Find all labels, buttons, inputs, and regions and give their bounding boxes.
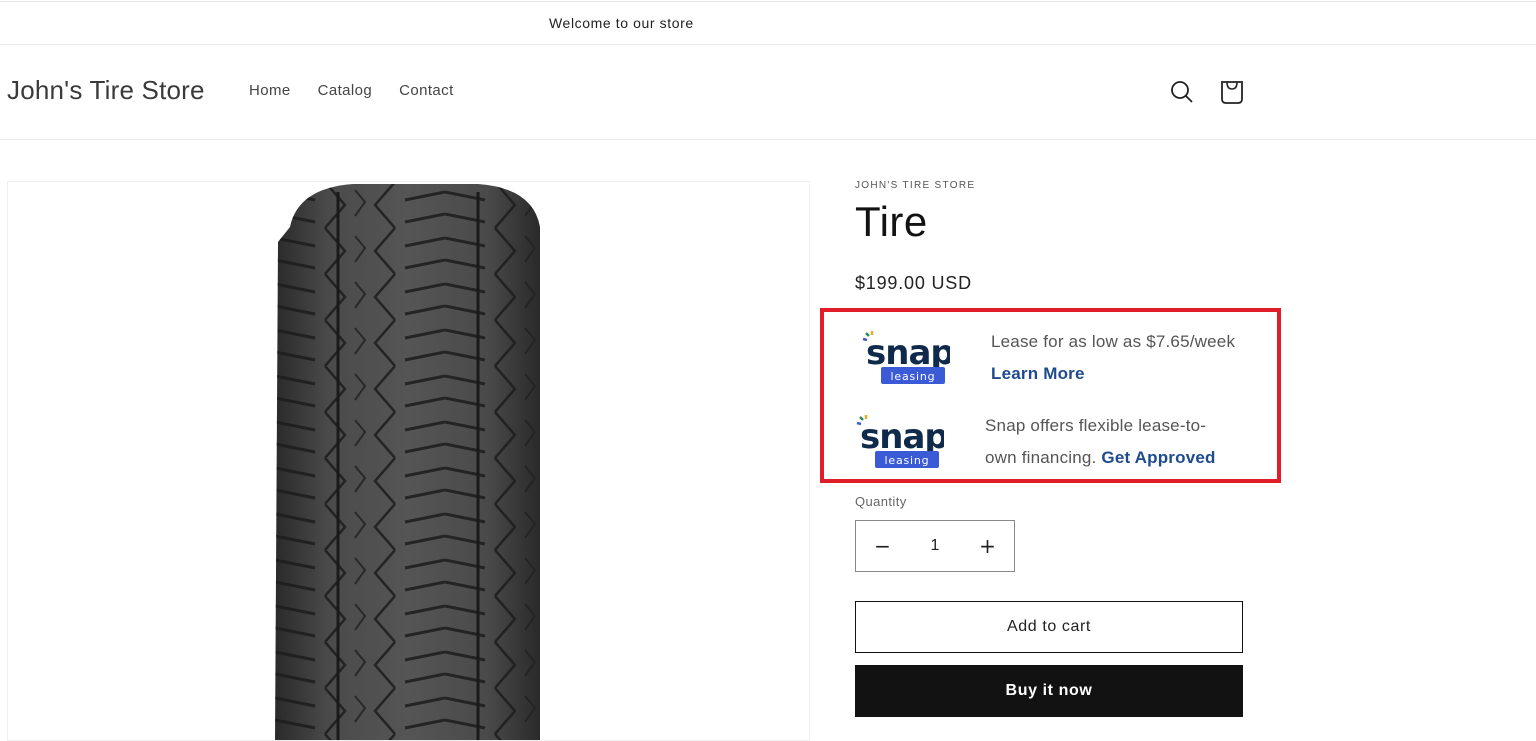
svg-text:leasing: leasing [891,370,936,383]
snap-leasing-logo: snap leasing [860,328,955,393]
get-approved-link[interactable]: Get Approved [1101,448,1215,467]
product-vendor: JOHN'S TIRE STORE [855,180,976,191]
snap-offer-2: Snap offers flexible lease-to- own finan… [985,410,1216,474]
quantity-stepper: − + [855,520,1015,572]
cart-icon[interactable] [1219,79,1245,105]
quantity-label: Quantity [855,494,907,509]
nav-catalog[interactable]: Catalog [318,82,373,99]
snap-offer-2-line1: Snap offers flexible lease-to- [985,416,1207,435]
store-logo-link[interactable]: John's Tire Store [7,75,205,106]
product-image-container[interactable] [7,181,810,741]
nav-contact[interactable]: Contact [399,82,454,99]
snap-offer-1-text: Lease for as low as $7.65/week [991,332,1236,351]
svg-text:leasing: leasing [885,454,930,467]
learn-more-link[interactable]: Learn More [991,364,1085,383]
quantity-increment-button[interactable]: + [961,521,1014,571]
add-to-cart-button[interactable]: Add to cart [855,601,1243,653]
product-price: $199.00 USD [855,273,972,293]
announcement-text: Welcome to our store [549,15,694,31]
nav-home[interactable]: Home [249,82,291,99]
snap-leasing-highlight-box: snap leasing Lease for as low as $7.65/w… [820,308,1281,483]
quantity-decrement-button[interactable]: − [856,521,909,571]
announcement-bar: Welcome to our store [0,1,1536,45]
product-title: Tire [855,198,928,245]
search-icon[interactable] [1169,79,1195,105]
tire-image [275,184,540,740]
snap-leasing-logo: snap leasing [854,412,949,477]
snap-offer-2-line2: own financing. [985,448,1097,467]
site-header: John's Tire Store Home Catalog Contact [0,45,1536,140]
buy-it-now-button[interactable]: Buy it now [855,665,1243,717]
quantity-input[interactable] [909,521,961,571]
snap-offer-1: Lease for as low as $7.65/week Learn Mor… [991,326,1235,390]
main-nav: Home Catalog Contact [249,82,454,99]
